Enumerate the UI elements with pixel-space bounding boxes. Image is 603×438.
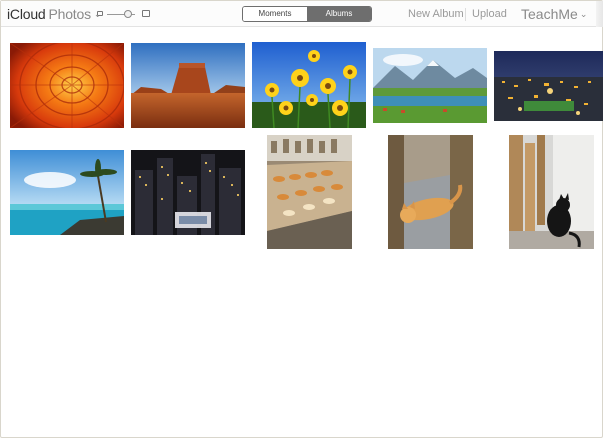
photo-thumbnail-beach[interactable] [10,150,124,235]
app-name: Photos [48,6,92,22]
small-thumbnail-icon [97,11,103,16]
photo-thumbnail-city-night[interactable] [494,51,603,121]
toolbar: iCloud Photos ⌄ Moments Albums New Album U… [1,1,603,27]
photo-thumbnail-desert[interactable] [131,43,245,128]
photo-thumbnail-bakery[interactable] [267,135,352,249]
chevron-down-icon: ⌄ [579,9,588,19]
photo-thumbnail-orange-cat[interactable] [388,135,473,249]
account-menu[interactable]: TeachMe ⌄ [521,6,587,22]
tab-moments[interactable]: Moments [243,7,307,21]
scroll-edge [596,1,603,27]
tab-albums[interactable]: Albums [307,7,371,21]
zoom-handle[interactable] [124,10,132,18]
upload-button[interactable]: Upload [472,8,507,20]
photo-thumbnail-mountain-lake[interactable] [373,48,487,123]
zoom-slider[interactable] [97,8,153,20]
photo-thumbnail-city-buildings[interactable] [131,150,245,235]
divider [465,8,466,21]
photo-thumbnail-black-cat[interactable] [509,135,594,249]
photo-thumbnail-flowers[interactable] [252,42,366,128]
icloud-logo-text: iCloud [7,6,46,22]
large-thumbnail-icon [142,10,150,17]
user-name: TeachMe [521,6,578,22]
app-switcher[interactable]: iCloud Photos ⌄ [7,6,101,22]
new-album-button[interactable]: New Album [408,8,464,20]
app-window: iCloud Photos ⌄ Moments Albums New Album U… [0,0,603,438]
photo-thumbnail-dahlia[interactable] [10,43,124,128]
view-switcher: Moments Albums [242,6,372,22]
